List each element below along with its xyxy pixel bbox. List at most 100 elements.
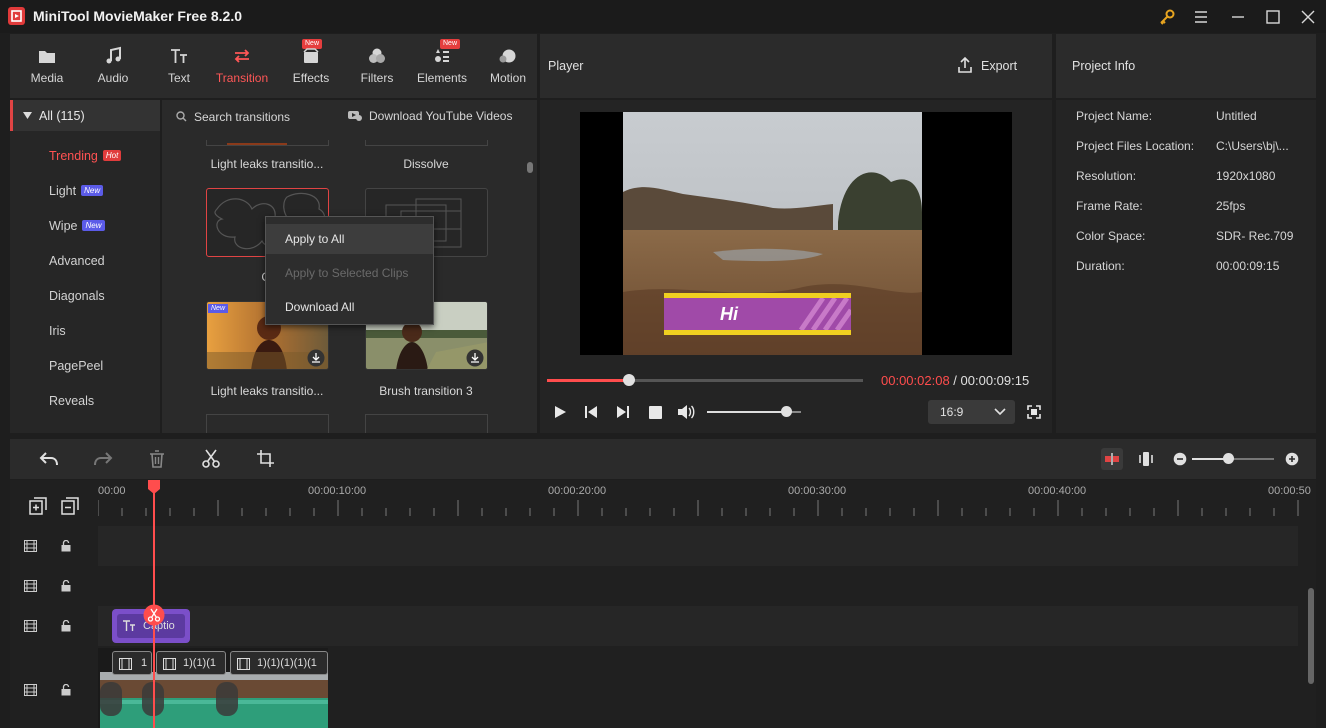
maximize-icon[interactable]	[1262, 6, 1284, 28]
ruler-label: 00:00:10:00	[308, 485, 367, 497]
category-reveals[interactable]: Reveals	[49, 394, 94, 408]
menu-item-apply-to-all[interactable]: Apply to All	[266, 224, 433, 254]
track-header-2	[10, 566, 98, 606]
lock-icon[interactable]	[61, 684, 71, 696]
add-track-icon[interactable]	[29, 497, 47, 515]
stop-icon[interactable]	[649, 406, 662, 419]
category-all[interactable]: All (115)	[10, 100, 160, 131]
info-value: SDR- Rec.709	[1216, 229, 1294, 243]
transition-icon	[232, 46, 252, 66]
category-pagepeel[interactable]: PagePeel	[49, 359, 103, 373]
scrollbar-thumb[interactable]	[527, 162, 533, 173]
crop-icon[interactable]	[257, 450, 274, 467]
download-label: Download YouTube Videos	[369, 109, 513, 123]
thumb-dissolve-edge[interactable]	[365, 140, 488, 146]
player-panel: Hi 00:00:02:08 / 00:00:09:15 16:9	[540, 100, 1052, 433]
category-label: Wipe	[49, 219, 78, 233]
category-wipe[interactable]: Wipe New	[49, 219, 105, 233]
video-clip[interactable]: 1)(1)(1)(1)(1	[230, 651, 328, 675]
ruler-label: 00:00:50	[1268, 485, 1311, 497]
remove-track-icon[interactable]	[61, 497, 79, 515]
category-trending[interactable]: Trending Hot	[49, 149, 122, 163]
category-sidebar: All (115) Trending Hot Light New Wipe New A…	[10, 100, 160, 433]
film-icon	[163, 658, 176, 670]
download-icon[interactable]	[466, 349, 484, 367]
track-lane-2[interactable]	[98, 566, 1298, 606]
previous-frame-icon[interactable]	[584, 405, 598, 419]
tab-label: Text	[167, 71, 190, 85]
ruler-ticks	[98, 500, 1299, 516]
transition-marker[interactable]	[216, 682, 238, 716]
zoom-out-icon[interactable]	[1173, 452, 1187, 466]
app-logo-icon	[8, 7, 25, 25]
undo-icon[interactable]	[39, 450, 59, 468]
aspect-ratio-select[interactable]: 16:9	[928, 400, 1015, 424]
snap-toggle[interactable]	[1101, 448, 1123, 470]
playhead-handle[interactable]	[148, 480, 160, 494]
tab-label: Media	[30, 71, 64, 85]
fullscreen-icon[interactable]	[1027, 405, 1041, 419]
thumb-light-leaks-1-edge[interactable]	[206, 140, 329, 146]
volume-icon[interactable]	[677, 404, 695, 420]
tab-label: Transition	[215, 71, 269, 85]
thumb-next-1[interactable]	[206, 414, 329, 433]
video-clip[interactable]: 1)(1)(1	[156, 651, 226, 675]
info-value: 00:00:09:15	[1216, 259, 1280, 273]
tab-audio[interactable]: Audio	[80, 34, 146, 98]
export-button[interactable]: Export	[956, 56, 1022, 76]
key-icon[interactable]	[1156, 6, 1178, 28]
zoom-in-icon[interactable]	[1285, 452, 1299, 466]
split-scissors-icon[interactable]	[143, 604, 165, 626]
caption-text: Hi	[720, 304, 738, 324]
lock-icon[interactable]	[61, 580, 71, 592]
tab-transition[interactable]: Transition	[209, 34, 275, 98]
zoom-knob[interactable]	[1223, 453, 1234, 464]
video-preview[interactable]: Hi	[580, 112, 1012, 355]
category-iris[interactable]: Iris	[49, 324, 66, 338]
volume-knob[interactable]	[781, 406, 792, 417]
volume-track[interactable]	[707, 406, 801, 417]
transition-marker[interactable]	[100, 682, 122, 716]
minimize-icon[interactable]	[1227, 6, 1249, 28]
tab-filters[interactable]: Filters	[344, 34, 410, 98]
progress-track[interactable]	[547, 374, 863, 386]
progress-knob[interactable]	[623, 374, 635, 386]
time-ruler[interactable]: 00:00 00:00:10:00 00:00:20:00 00:00:30:0…	[98, 480, 1316, 520]
tab-media[interactable]: Media	[14, 34, 80, 98]
next-frame-icon[interactable]	[616, 405, 630, 419]
timeline-scrollbar[interactable]	[1308, 588, 1314, 684]
category-diagonals[interactable]: Diagonals	[49, 289, 105, 303]
menu-item-download-all[interactable]: Download All	[266, 292, 433, 322]
effects-icon	[301, 46, 321, 66]
menu-icon[interactable]	[1190, 6, 1212, 28]
aspect-ratio-value: 16:9	[940, 405, 964, 419]
tab-label: Audio	[97, 71, 129, 85]
play-icon[interactable]	[553, 405, 567, 419]
fit-timeline-icon[interactable]	[1138, 451, 1154, 467]
video-clip[interactable]: 1	[112, 651, 152, 675]
menu-item-apply-to-selected: Apply to Selected Clips	[285, 266, 409, 280]
motion-icon	[498, 46, 518, 66]
track-lane-1[interactable]	[98, 526, 1298, 566]
player-header: Player Export	[540, 34, 1052, 98]
download-icon[interactable]	[307, 349, 325, 367]
caption-overlay[interactable]: Hi	[664, 293, 851, 335]
tab-text[interactable]: Text	[146, 34, 212, 98]
delete-icon[interactable]	[149, 450, 165, 468]
tab-effects[interactable]: New Effects	[278, 34, 344, 98]
video-track[interactable]: 1 1)(1)(1 1)(1)(1)(1)(1	[98, 648, 328, 728]
scissors-icon[interactable]	[202, 449, 220, 468]
tab-motion[interactable]: Motion	[475, 34, 541, 98]
category-light[interactable]: Light New	[49, 184, 104, 198]
track-lane-3[interactable]: Captio	[98, 606, 1298, 646]
lock-icon[interactable]	[61, 620, 71, 632]
tab-label: Effects	[292, 71, 330, 85]
category-advanced[interactable]: Advanced	[49, 254, 105, 268]
thumb-next-2[interactable]	[365, 414, 488, 433]
redo-icon[interactable]	[93, 450, 113, 468]
tab-elements[interactable]: New Elements	[409, 34, 475, 98]
lock-icon[interactable]	[61, 540, 71, 552]
video-clip-label: 1	[141, 657, 148, 669]
zoom-track[interactable]	[1192, 453, 1274, 464]
close-icon[interactable]	[1297, 6, 1319, 28]
